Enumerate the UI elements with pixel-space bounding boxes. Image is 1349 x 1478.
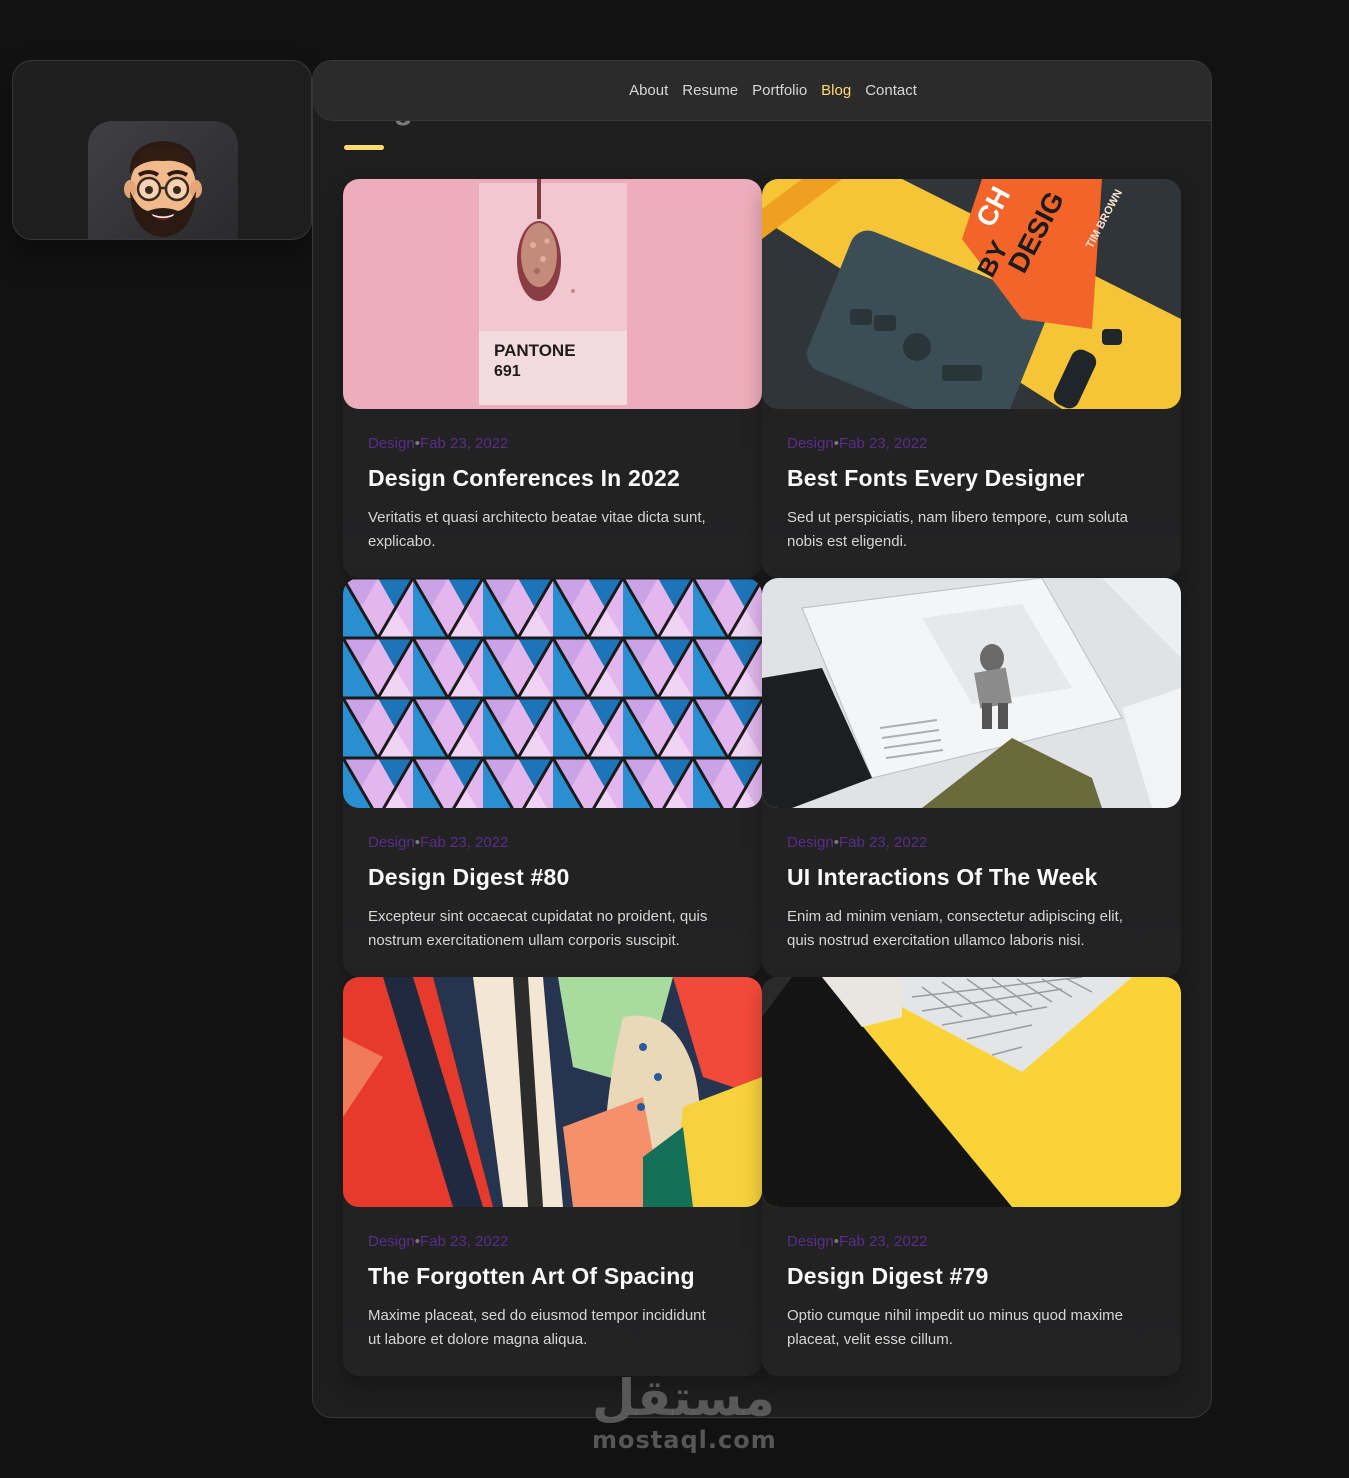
post-date: Fab 23, 2022 [838, 1233, 928, 1250]
post-image-magazine-layout[interactable] [762, 578, 1181, 808]
blog-post-item[interactable]: Design • Fab 23, 2022 UI Interactions Of T… [762, 578, 1181, 977]
blog-post-item[interactable]: Design • Fab 23, 2022 The Forgotten Art Of… [343, 977, 762, 1376]
navbar: About Resume Portfolio Blog Contact [313, 61, 1211, 121]
post-category: Design [368, 834, 415, 851]
post-excerpt: Enim ad minim veniam, consectetur adipis… [787, 908, 1123, 949]
post-meta: Design • Fab 23, 2022 [787, 834, 927, 851]
post-excerpt: Excepteur sint occaecat cupidatat no pro… [368, 908, 708, 949]
post-category: Design [368, 1233, 415, 1250]
post-meta: Design • Fab 23, 2022 [787, 1233, 927, 1250]
svg-text:691: 691 [494, 363, 521, 380]
post-meta: Design • Fab 23, 2022 [787, 435, 927, 452]
post-image-keyboard-yellow[interactable] [762, 977, 1181, 1207]
post-category: Design [368, 435, 415, 452]
post-category: Design [787, 435, 834, 452]
nav-portfolio[interactable]: Portfolio [752, 82, 807, 99]
watermark-latin: mostaql.com [592, 1426, 777, 1454]
post-date: Fab 23, 2022 [419, 834, 509, 851]
nav-contact[interactable]: Contact [865, 82, 917, 99]
watermark: مستقل mostaql.com [592, 1369, 776, 1454]
blog-post-item[interactable]: Design • Fab 23, 2022 Design Digest #80 Ex… [343, 578, 762, 977]
post-image-geometric-pattern[interactable] [343, 578, 762, 808]
title-underline [344, 145, 384, 150]
post-image-design-book-tablet[interactable]: CH BY DESIG TIM BROWN [762, 179, 1181, 409]
blog-posts-list: PANTONE 691 Design • Fab 23, 2022 Design C… [343, 179, 1181, 1376]
post-title[interactable]: Design Digest #79 [787, 1263, 1167, 1290]
post-excerpt: Sed ut perspiciatis, nam libero tempore,… [787, 509, 1128, 550]
post-category: Design [787, 834, 834, 851]
post-category: Design [787, 1233, 834, 1250]
profile-sidebar [12, 60, 312, 240]
blog-post-item[interactable]: Design • Fab 23, 2022 Design Digest #79 Op… [762, 977, 1181, 1376]
post-excerpt: Veritatis et quasi architecto beatae vit… [368, 509, 706, 550]
post-excerpt: Optio cumque nihil impedit uo minus quod… [787, 1307, 1123, 1348]
post-image-pantone-spoon[interactable]: PANTONE 691 [343, 179, 762, 409]
post-meta: Design • Fab 23, 2022 [368, 1233, 508, 1250]
nav-blog[interactable]: Blog [821, 82, 851, 99]
svg-text:PANTONE: PANTONE [494, 341, 576, 360]
post-title[interactable]: Best Fonts Every Designer [787, 465, 1167, 492]
blog-post-item[interactable]: PANTONE 691 Design • Fab 23, 2022 Design C… [343, 179, 762, 578]
post-meta: Design • Fab 23, 2022 [368, 435, 508, 452]
post-title[interactable]: Design Digest #80 [368, 864, 748, 891]
blog-post-item[interactable]: CH BY DESIG TIM BROWN Design • Fab 23, 202… [762, 179, 1181, 578]
nav-about[interactable]: About [629, 82, 668, 99]
post-title[interactable]: Design Conferences In 2022 [368, 465, 748, 492]
post-meta: Design • Fab 23, 2022 [368, 834, 508, 851]
avatar [88, 121, 238, 239]
post-date: Fab 23, 2022 [838, 834, 928, 851]
blog-article: Blog About Resume Portfolio Blog Contact [312, 60, 1212, 1418]
nav-resume[interactable]: Resume [682, 82, 738, 99]
post-excerpt: Maxime placeat, sed do eiusmod tempor in… [368, 1307, 706, 1348]
watermark-arabic: مستقل [592, 1369, 775, 1427]
post-title[interactable]: The Forgotten Art Of Spacing [368, 1263, 748, 1290]
post-date: Fab 23, 2022 [419, 435, 509, 452]
post-image-abstract-painting[interactable] [343, 977, 762, 1207]
post-date: Fab 23, 2022 [838, 435, 928, 452]
post-title[interactable]: UI Interactions Of The Week [787, 864, 1167, 891]
post-date: Fab 23, 2022 [419, 1233, 509, 1250]
